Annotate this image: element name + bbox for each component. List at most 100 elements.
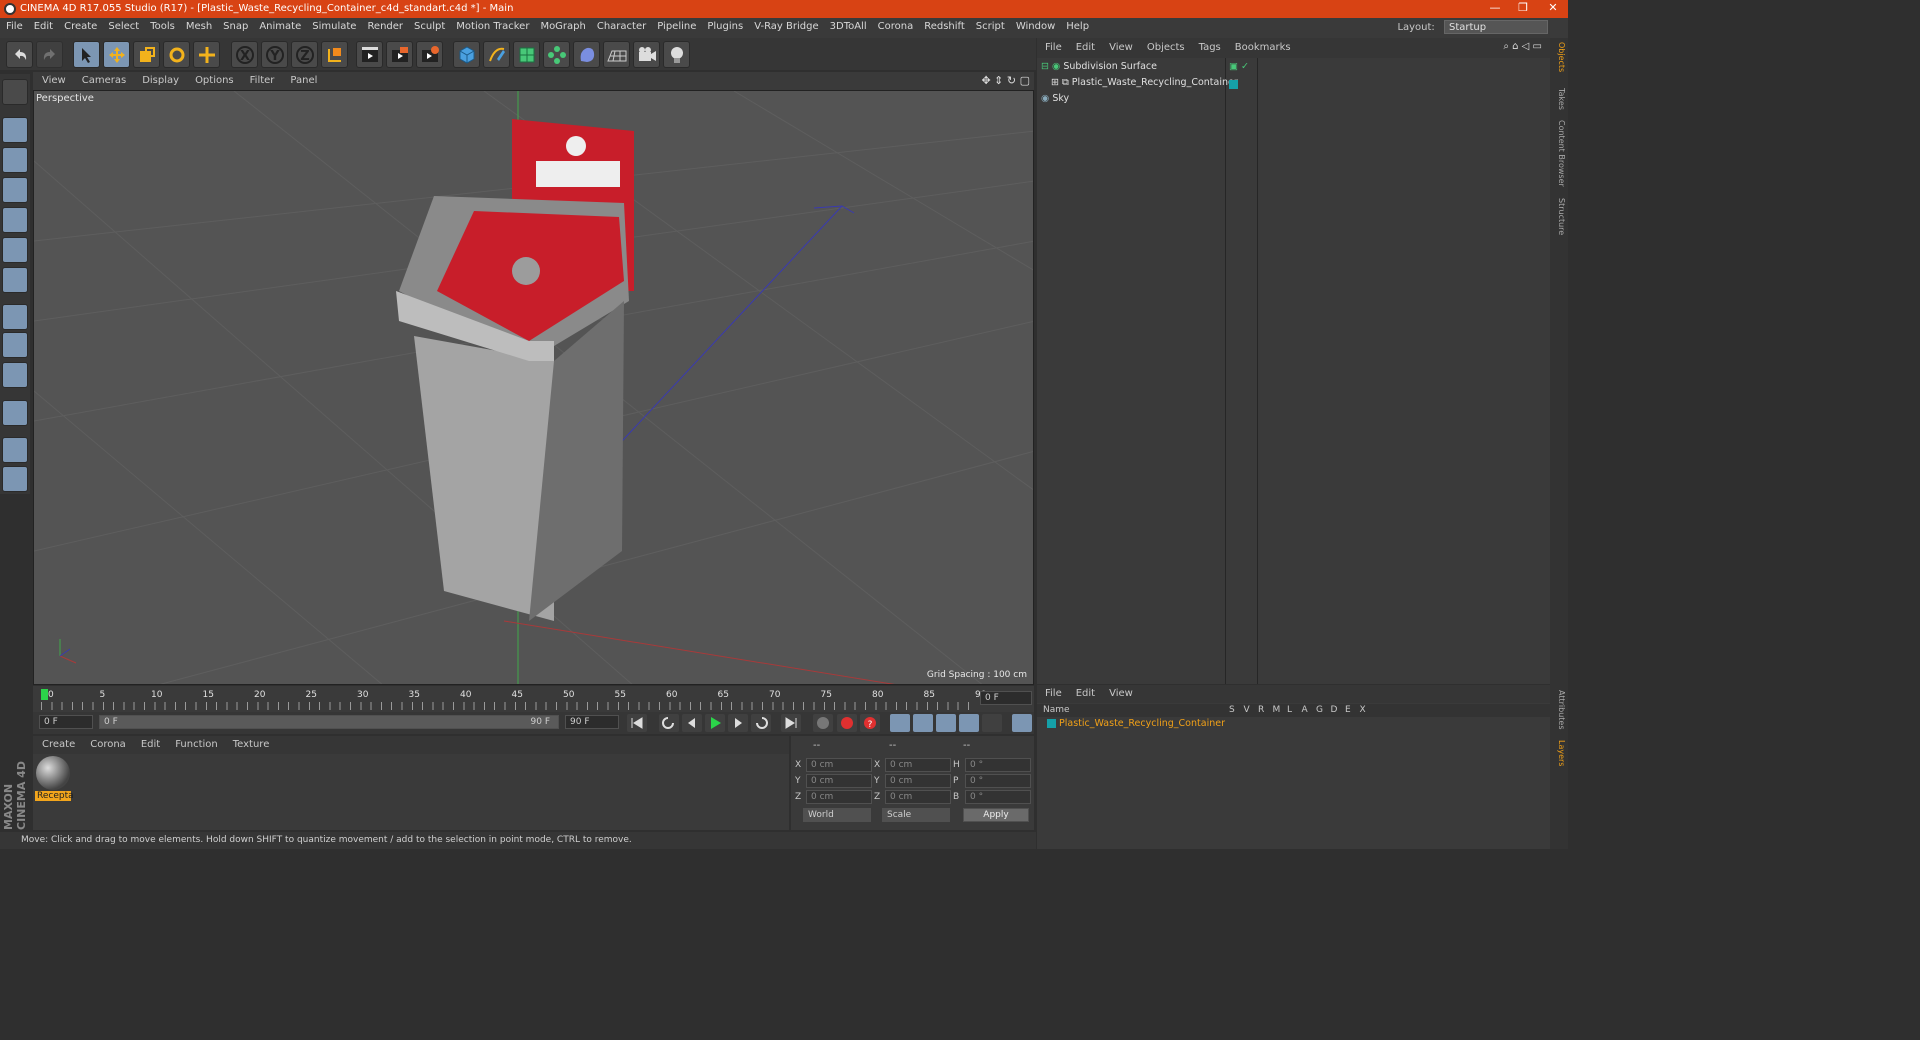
material-menu-texture[interactable]: Texture xyxy=(224,736,276,750)
tab-content-browser[interactable]: Content Browser xyxy=(1552,120,1566,187)
autokey-icon[interactable] xyxy=(837,714,857,732)
render-view-icon[interactable] xyxy=(356,41,383,68)
coord-value-field[interactable]: 0 cm xyxy=(806,758,872,772)
material-menu-function[interactable]: Function xyxy=(166,736,224,750)
key-position-icon[interactable] xyxy=(890,714,910,732)
key-scale-icon[interactable] xyxy=(913,714,933,732)
layer-column-header[interactable]: S xyxy=(1229,705,1235,715)
menu-render[interactable]: Render xyxy=(361,18,408,32)
layer-column-header[interactable]: A xyxy=(1302,705,1308,715)
workplane-mode-icon[interactable] xyxy=(2,177,28,203)
keyframe-selection-icon[interactable]: ? xyxy=(860,714,880,732)
layer-column-header[interactable]: X xyxy=(1360,705,1366,715)
floor-icon[interactable] xyxy=(603,41,630,68)
z-axis-icon[interactable]: Z xyxy=(291,41,318,68)
render-settings-icon[interactable] xyxy=(416,41,443,68)
material-menu-create[interactable]: Create xyxy=(33,736,81,750)
workplane-lock-icon[interactable] xyxy=(2,437,28,463)
viewport-menu-panel[interactable]: Panel xyxy=(281,72,324,86)
planar-workplane-icon[interactable] xyxy=(2,466,28,492)
menu-mesh[interactable]: Mesh xyxy=(180,18,217,32)
layer-menu-file[interactable]: File xyxy=(1037,685,1068,699)
coord-scale-dropdown[interactable]: Scale xyxy=(882,808,950,822)
record-keys-icon[interactable] xyxy=(813,714,833,732)
layer-column-header[interactable]: V xyxy=(1244,705,1250,715)
play-icon[interactable] xyxy=(705,714,725,732)
object-menu-view[interactable]: View xyxy=(1101,38,1139,53)
close-button[interactable]: ✕ xyxy=(1538,1,1568,17)
coord-value-field[interactable]: 0 cm xyxy=(885,758,951,772)
coord-value-field[interactable]: 0 ° xyxy=(965,774,1031,788)
layer-menu-edit[interactable]: Edit xyxy=(1068,685,1101,699)
subdivision-icon[interactable] xyxy=(513,41,540,68)
coordinate-system-icon[interactable] xyxy=(321,41,348,68)
menu-help[interactable]: Help xyxy=(1060,18,1094,32)
next-key-icon[interactable] xyxy=(751,714,771,732)
layer-column-header[interactable]: M xyxy=(1273,705,1281,715)
texture-mode-icon[interactable] xyxy=(2,147,28,173)
move-icon[interactable] xyxy=(103,41,130,68)
menu-create[interactable]: Create xyxy=(58,18,102,32)
apply-button[interactable]: Apply xyxy=(963,808,1029,822)
array-icon[interactable] xyxy=(543,41,570,68)
object-menu-bookmarks[interactable]: Bookmarks xyxy=(1227,38,1297,53)
material-menu-edit[interactable]: Edit xyxy=(132,736,166,750)
coord-value-field[interactable]: 0 ° xyxy=(965,758,1031,772)
viewport-menu-view[interactable]: View xyxy=(33,72,73,86)
viewport-menu-filter[interactable]: Filter xyxy=(241,72,282,86)
x-axis-icon[interactable]: X xyxy=(231,41,258,68)
layer-column-header[interactable]: E xyxy=(1345,705,1351,715)
cube-icon[interactable] xyxy=(453,41,480,68)
menu-plugins[interactable]: Plugins xyxy=(701,18,748,32)
coord-mode-dropdown[interactable]: World xyxy=(803,808,871,822)
pen-icon[interactable] xyxy=(483,41,510,68)
layer-menu-view[interactable]: View xyxy=(1101,685,1139,699)
make-editable-icon[interactable] xyxy=(2,79,28,105)
key-parameter-icon[interactable] xyxy=(959,714,979,732)
viewport-navigation-icons[interactable]: ✥ ⇕ ↻ ▢ xyxy=(981,74,1030,87)
polygons-mode-icon[interactable] xyxy=(2,267,28,293)
material-menu-corona[interactable]: Corona xyxy=(81,736,132,750)
menu-select[interactable]: Select xyxy=(102,18,144,32)
menu-edit[interactable]: Edit xyxy=(28,18,58,32)
tab-structure[interactable]: Structure xyxy=(1552,198,1566,235)
select-arrow-icon[interactable] xyxy=(73,41,100,68)
maximize-button[interactable]: ❐ xyxy=(1508,1,1538,17)
menu-window[interactable]: Window xyxy=(1010,18,1060,32)
object-search-icons[interactable]: ⌕ ⌂ ◁ ▭ xyxy=(1503,41,1542,52)
axis-mode-icon[interactable] xyxy=(2,304,28,330)
layout-dropdown[interactable]: Startup xyxy=(1444,20,1548,34)
tab-takes[interactable]: Takes xyxy=(1552,88,1566,110)
coord-value-field[interactable]: 0 cm xyxy=(806,774,872,788)
timeline-window-icon[interactable] xyxy=(1012,714,1032,732)
timeline-ruler[interactable]: 051015202530354045505560657075808590 0 F xyxy=(33,686,1034,712)
layer-column-header[interactable]: R xyxy=(1258,705,1264,715)
menu-sculpt[interactable]: Sculpt xyxy=(408,18,450,32)
rotate-icon[interactable] xyxy=(163,41,190,68)
layer-column-header[interactable]: L xyxy=(1287,705,1292,715)
object-row-subdivision[interactable]: ⊟ ◉ Subdivision Surface ▣ ✓ xyxy=(1041,61,1541,77)
menu-redshift[interactable]: Redshift xyxy=(918,18,970,32)
menu-script[interactable]: Script xyxy=(970,18,1010,32)
object-menu-file[interactable]: File xyxy=(1037,38,1068,53)
object-enabled-check-icon[interactable]: ▣ ✓ xyxy=(1229,61,1249,72)
coord-value-field[interactable]: 0 cm xyxy=(885,774,951,788)
menu-character[interactable]: Character xyxy=(591,18,651,32)
prev-frame-icon[interactable] xyxy=(682,714,702,732)
coord-value-field[interactable]: 0 cm xyxy=(806,790,872,804)
range-slider[interactable]: 0 F 90 F xyxy=(99,715,559,729)
viewport-menu-display[interactable]: Display xyxy=(133,72,186,86)
object-menu-tags[interactable]: Tags xyxy=(1191,38,1227,53)
menu-animate[interactable]: Animate xyxy=(253,18,306,32)
layer-column-header[interactable]: G xyxy=(1316,705,1323,715)
deformer-icon[interactable] xyxy=(573,41,600,68)
minimize-button[interactable]: — xyxy=(1480,1,1510,17)
layer-color-icon[interactable] xyxy=(1229,80,1238,89)
tweak-mode-icon[interactable] xyxy=(2,332,28,358)
current-frame-field[interactable]: 0 F xyxy=(980,691,1032,705)
menu-tools[interactable]: Tools xyxy=(144,18,180,32)
next-frame-icon[interactable] xyxy=(728,714,748,732)
menu-motion-tracker[interactable]: Motion Tracker xyxy=(450,18,534,32)
points-mode-icon[interactable] xyxy=(2,207,28,233)
prev-key-icon[interactable] xyxy=(659,714,679,732)
